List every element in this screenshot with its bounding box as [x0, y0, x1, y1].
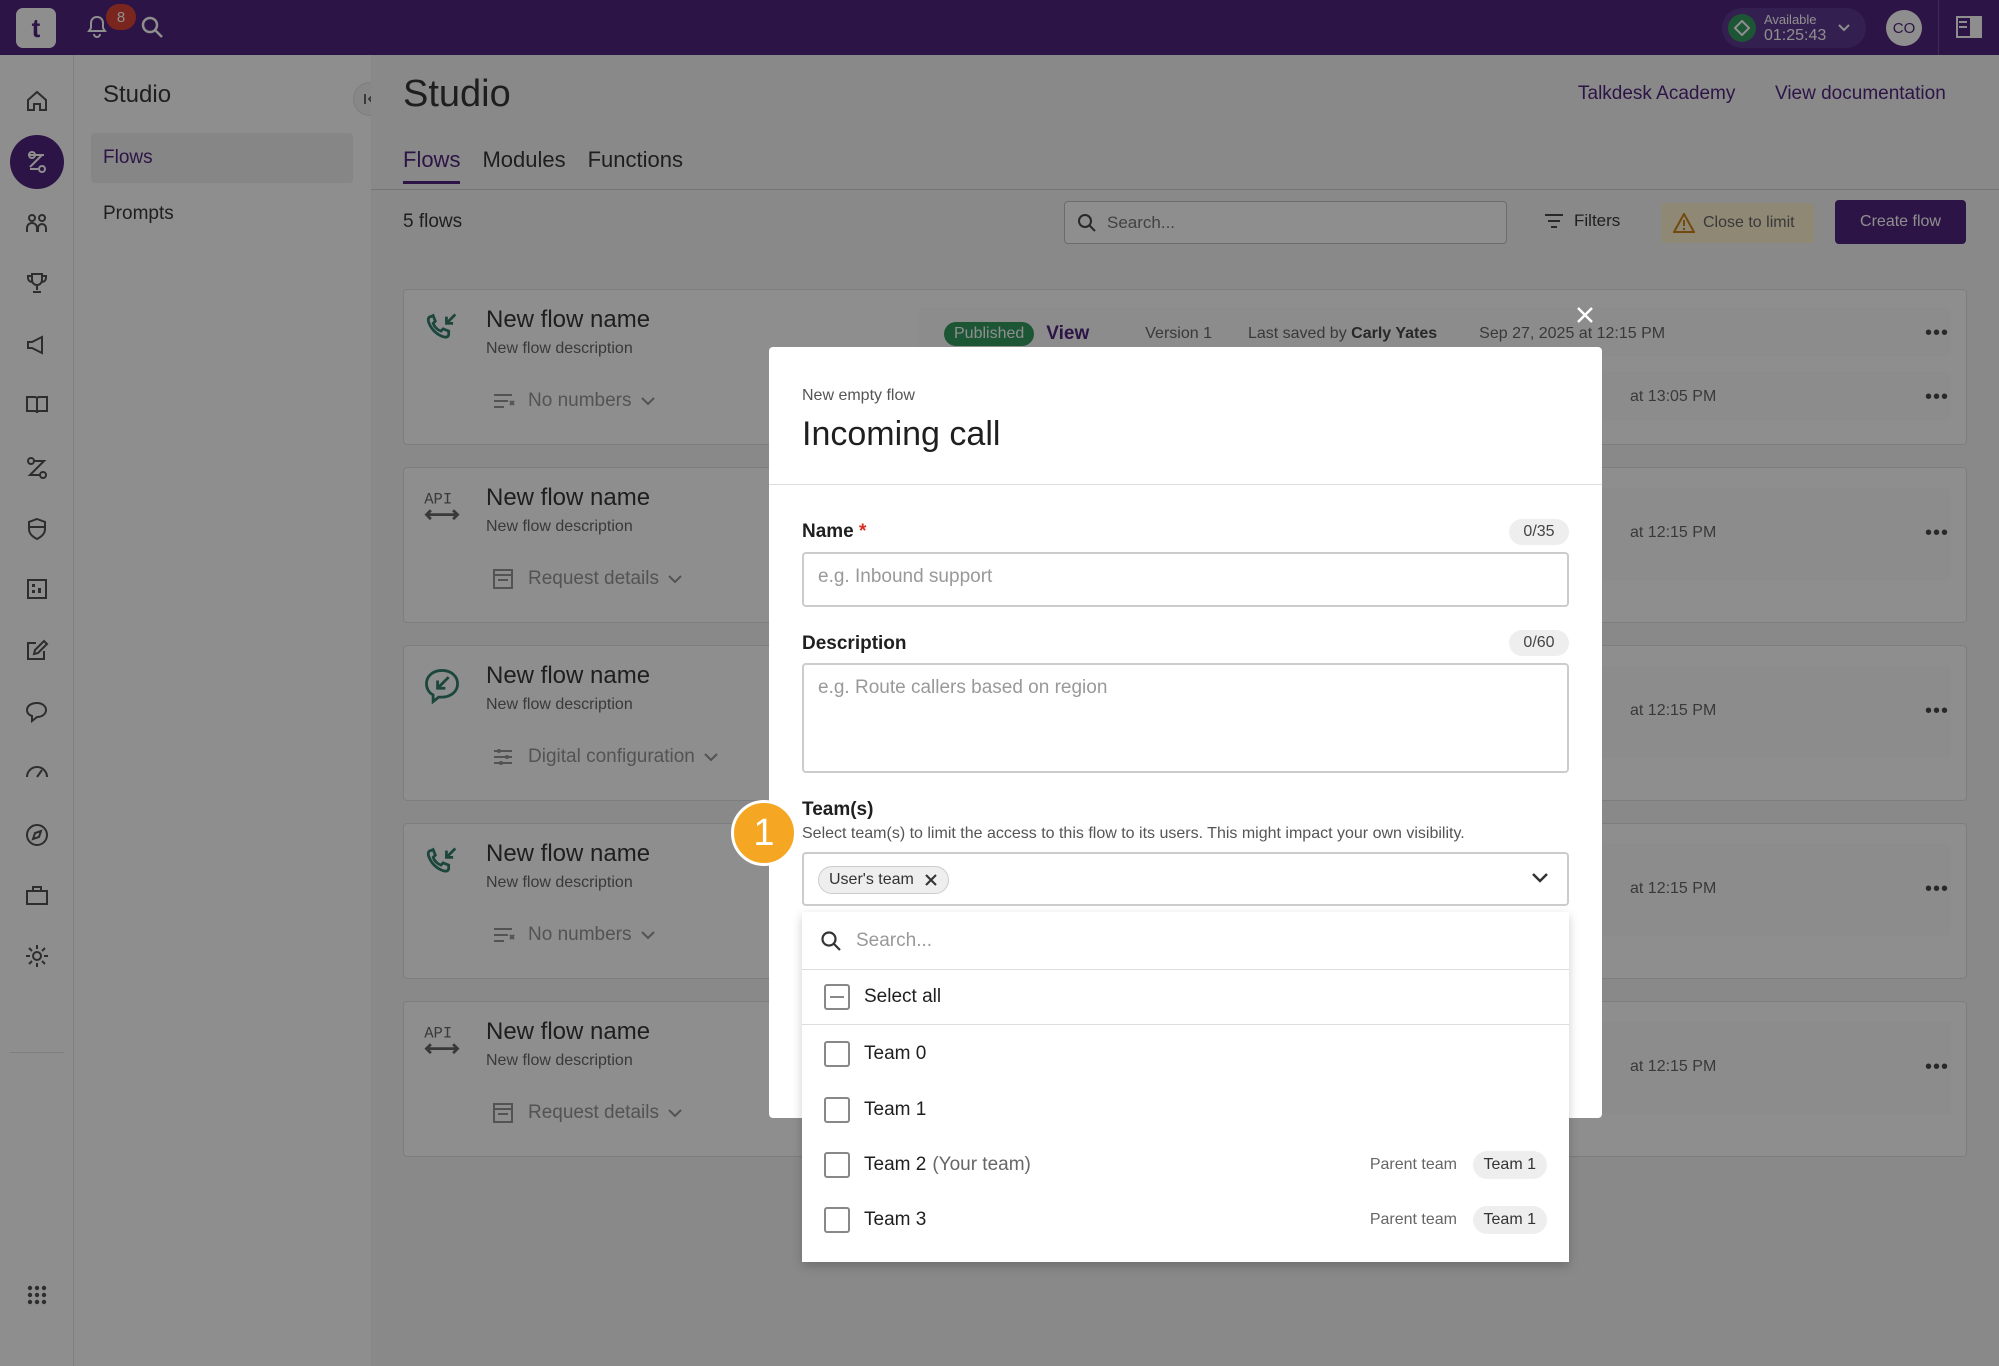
checkbox[interactable] [824, 1206, 850, 1233]
checkbox[interactable] [824, 1151, 850, 1178]
search-icon [821, 930, 841, 951]
team-option[interactable]: Team 2 (Your team) Parent team Team 1 [802, 1137, 1569, 1192]
teams-dropdown: Search... Select all Team 0 Team 1 Team … [802, 912, 1569, 1262]
select-all-option[interactable]: Select all [802, 970, 1569, 1025]
close-icon[interactable] [1573, 303, 1597, 327]
parent-team-label: Parent team [1369, 1210, 1457, 1228]
team-option[interactable]: Team 3 Parent team Team 1 [802, 1192, 1569, 1247]
modal-subtitle: New empty flow [802, 387, 915, 404]
checkbox[interactable] [824, 1040, 850, 1067]
teams-help-text: Select team(s) to limit the access to th… [802, 825, 1465, 842]
description-field[interactable]: e.g. Route callers based on region [802, 663, 1569, 773]
divider [769, 484, 1602, 485]
team-option[interactable]: Team 1 [802, 1082, 1569, 1137]
teams-label: Team(s) [802, 799, 874, 820]
checkbox[interactable] [824, 1096, 850, 1123]
chevron-down-icon[interactable] [1531, 872, 1549, 884]
indeterminate-checkbox[interactable] [824, 984, 850, 1010]
description-char-counter: 0/60 [1509, 630, 1569, 656]
parent-team-chip: Team 1 [1472, 1205, 1547, 1234]
name-char-counter: 0/35 [1509, 519, 1569, 545]
remove-chip-icon[interactable] [924, 873, 938, 887]
team-option[interactable]: Team 0 [802, 1026, 1569, 1081]
description-label: Description [802, 633, 907, 654]
modal-title: Incoming call [802, 415, 1001, 453]
teams-select[interactable]: User's team [802, 852, 1569, 906]
step-marker: 1 [731, 800, 797, 866]
parent-team-label: Parent team [1369, 1155, 1457, 1173]
parent-team-chip: Team 1 [1472, 1150, 1547, 1179]
team-chip: User's team [818, 866, 949, 894]
name-field[interactable]: e.g. Inbound support [802, 552, 1569, 607]
dropdown-search-input[interactable]: Search... [802, 912, 1569, 970]
name-label: Name * [802, 521, 867, 542]
